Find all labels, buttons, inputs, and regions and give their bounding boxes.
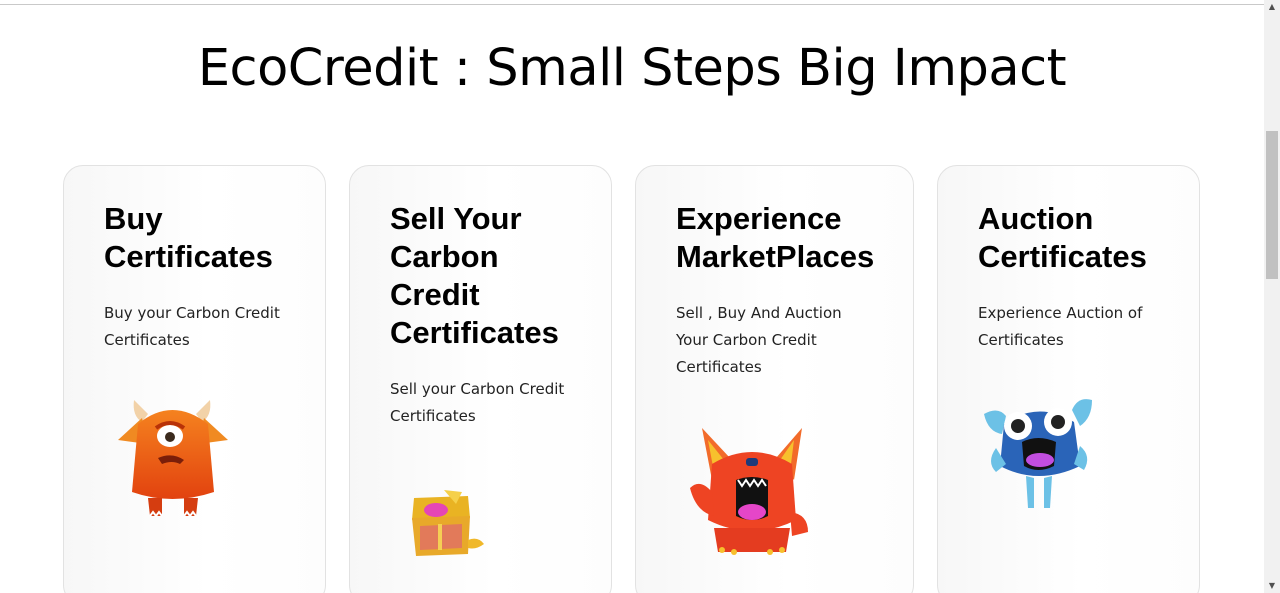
card-title-line: Buy: [104, 201, 163, 236]
scroll-down-arrow-icon[interactable]: ▼: [1264, 579, 1280, 593]
card-title: Auction Certificates: [978, 200, 1159, 276]
card-auction-certificates[interactable]: Auction Certificates Experience Auction …: [937, 165, 1200, 593]
card-title: Sell Your Carbon Credit Certificates: [390, 200, 571, 352]
card-title-line: Certificates: [978, 239, 1147, 274]
card-description: Buy your Carbon Credit Certificates: [104, 304, 280, 349]
card-description: Sell your Carbon Credit Certificates: [390, 380, 565, 425]
scroll-up-arrow-icon[interactable]: ▲: [1264, 0, 1280, 14]
top-divider: [0, 4, 1264, 5]
card-title-line: Carbon: [390, 239, 499, 274]
orange-monster-icon: [118, 400, 228, 518]
card-title-line: Sell Your: [390, 201, 522, 236]
card-description: Sell , Buy And Auction Your Carbon Credi…: [676, 304, 842, 376]
card-description: Experience Auction of Certificates: [978, 304, 1143, 349]
card-title-line: Experience: [676, 201, 842, 236]
card-title: Buy Certificates: [104, 200, 285, 276]
red-fox-monster-icon: [690, 428, 808, 555]
card-title-line: Auction: [978, 201, 1094, 236]
card-buy-certificates[interactable]: Buy Certificates Buy your Carbon Credit …: [63, 165, 326, 593]
treasure-chest-icon: [412, 490, 484, 556]
scrollbar-thumb[interactable]: [1266, 131, 1278, 279]
page-title: EcoCredit : Small Steps Big Impact: [197, 39, 1067, 98]
blue-monster-icon: [984, 399, 1092, 508]
card-title-line: MarketPlaces: [676, 239, 875, 274]
card-title-line: Credit: [390, 277, 480, 312]
card-title-line: Certificates: [104, 239, 273, 274]
card-title-line: Certificates: [390, 315, 559, 350]
vertical-scrollbar[interactable]: ▲ ▼: [1264, 0, 1280, 593]
card-title: Experience MarketPlaces: [676, 200, 875, 276]
page: EcoCredit : Small Steps Big Impact Buy C…: [0, 0, 1280, 593]
